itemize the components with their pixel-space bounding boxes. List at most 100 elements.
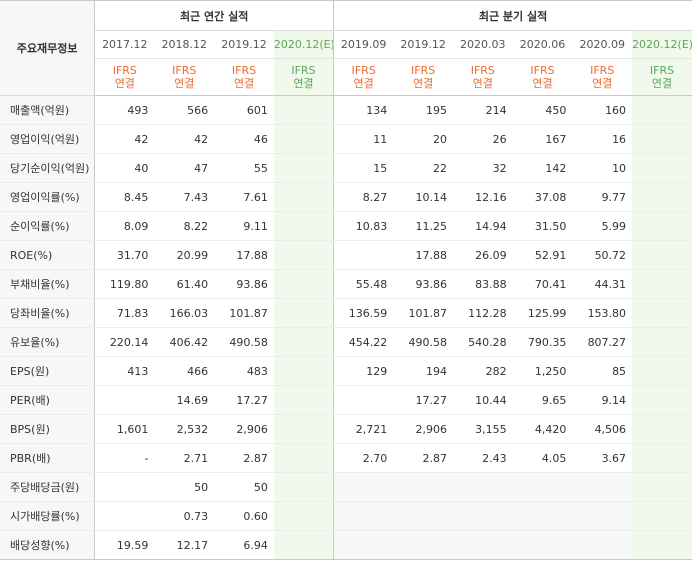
- value-cell: [273, 501, 335, 531]
- row-label: ROE(%): [0, 240, 96, 270]
- value-cell: 26: [452, 124, 513, 154]
- value-cell: 0.60: [214, 501, 274, 531]
- value-cell: 454.22: [333, 327, 394, 357]
- value-cell: 136.59: [333, 298, 394, 328]
- value-cell: [273, 182, 335, 212]
- basis-header: IFRS 연결: [393, 58, 453, 96]
- value-cell: 12.17: [154, 530, 215, 560]
- value-cell: [333, 501, 394, 531]
- value-cell: 466: [154, 356, 215, 386]
- value-cell: [393, 501, 453, 531]
- ifrs-label: IFRS: [291, 64, 316, 77]
- period-header: 2020.12(E): [632, 30, 692, 59]
- value-cell: [273, 153, 335, 183]
- value-cell: [273, 211, 335, 241]
- basis-header: IFRS 연결: [452, 58, 513, 96]
- value-cell: 2.43: [452, 443, 513, 473]
- basis-label: 연결: [233, 77, 255, 90]
- value-cell: [333, 240, 394, 270]
- row-label: 시가배당률(%): [0, 501, 96, 531]
- value-cell: 220.14: [94, 327, 155, 357]
- value-cell: 406.42: [154, 327, 215, 357]
- value-cell: 194: [393, 356, 453, 386]
- value-cell: [632, 240, 692, 270]
- value-cell: 3,155: [452, 414, 513, 444]
- value-cell: [273, 124, 335, 154]
- value-cell: 37.08: [512, 182, 573, 212]
- basis-header: IFRS 연결: [273, 58, 335, 96]
- period-header: 2019.09: [333, 30, 394, 59]
- value-cell: 14.94: [452, 211, 513, 241]
- ifrs-label: IFRS: [649, 64, 675, 77]
- value-cell: [273, 414, 335, 444]
- basis-label: 연결: [174, 77, 195, 90]
- basis-header: IFRS 연결: [512, 58, 573, 96]
- value-cell: [94, 501, 155, 531]
- row-label: 배당성향(%): [0, 530, 96, 560]
- value-cell: 490.58: [214, 327, 274, 357]
- value-cell: [333, 530, 394, 560]
- row-label: 당좌비율(%): [0, 298, 96, 328]
- value-cell: 413: [94, 356, 155, 386]
- value-cell: 85: [572, 356, 633, 386]
- value-cell: 93.86: [214, 269, 274, 299]
- period-header: 2020.12(E): [273, 30, 335, 59]
- value-cell: 4,506: [572, 414, 633, 444]
- basis-row: IFRS 연결 IFRS 연결 IFRS 연결 IFRS 연결 IFRS 연결 IFRS 연결 IFRS…: [0, 58, 692, 96]
- value-cell: 17.27: [393, 385, 453, 415]
- value-cell: 70.41: [512, 269, 573, 299]
- value-cell: [632, 182, 692, 212]
- value-cell: [632, 269, 692, 299]
- value-cell: 61.40: [154, 269, 215, 299]
- row-label: 영업이익률(%): [0, 182, 96, 212]
- value-cell: 214: [452, 95, 513, 125]
- value-cell: 9.65: [512, 385, 573, 415]
- value-cell: 14.69: [154, 385, 215, 415]
- value-cell: [273, 385, 335, 415]
- table-row: 주당배당금(원) 50 50: [0, 472, 692, 502]
- table-row: 매출액(억원) 493 566 601 134 195 214 450 160: [0, 95, 692, 125]
- ifrs-label: IFRS: [112, 64, 137, 77]
- value-cell: [393, 530, 453, 560]
- value-cell: 2,906: [214, 414, 274, 444]
- value-cell: 55: [214, 153, 274, 183]
- row-label: 주당배당금(원): [0, 472, 96, 502]
- ifrs-label: IFRS: [470, 64, 495, 77]
- value-cell: [333, 385, 394, 415]
- value-cell: 7.43: [154, 182, 215, 212]
- basis-header: IFRS 연결: [94, 58, 155, 96]
- period-row: 2017.12 2018.12 2019.12 2020.12(E) 2019.09 20…: [0, 30, 692, 59]
- value-cell: 8.22: [154, 211, 215, 241]
- basis-header: IFRS 연결: [154, 58, 215, 96]
- value-cell: 0.73: [154, 501, 215, 531]
- value-cell: 15: [333, 153, 394, 183]
- table-row: 당기순이익(억원) 40 47 55 15 22 32 142 10: [0, 153, 692, 183]
- value-cell: [452, 530, 513, 560]
- table-body: 매출액(억원) 493 566 601 134 195 214 450 160 영업이익(억원) 4…: [0, 95, 692, 560]
- value-cell: [632, 530, 692, 560]
- ifrs-label: IFRS: [590, 64, 615, 77]
- table-row: 당좌비율(%) 71.83 166.03 101.87 136.59 101.87 112.…: [0, 298, 692, 328]
- basis-label: 연결: [412, 77, 434, 90]
- value-cell: 160: [572, 95, 633, 125]
- value-cell: 8.09: [94, 211, 155, 241]
- value-cell: 12.16: [452, 182, 513, 212]
- table-row: BPS(원) 1,601 2,532 2,906 2,721 2,906 3,155 4,42…: [0, 414, 692, 444]
- value-cell: 790.35: [512, 327, 573, 357]
- row-label: 당기순이익(억원): [0, 153, 96, 183]
- value-cell: 119.80: [94, 269, 155, 299]
- row-label: 유보율(%): [0, 327, 96, 357]
- value-cell: [273, 530, 335, 560]
- value-cell: [572, 530, 633, 560]
- value-cell: 601: [214, 95, 274, 125]
- value-cell: 9.14: [572, 385, 633, 415]
- value-cell: 5.99: [572, 211, 633, 241]
- value-cell: [632, 211, 692, 241]
- basis-label: 연결: [651, 77, 673, 90]
- value-cell: [632, 298, 692, 328]
- value-cell: 22: [393, 153, 453, 183]
- value-cell: 101.87: [214, 298, 274, 328]
- value-cell: [273, 240, 335, 270]
- row-label-header: 주요재무정보: [0, 0, 96, 96]
- value-cell: 31.70: [94, 240, 155, 270]
